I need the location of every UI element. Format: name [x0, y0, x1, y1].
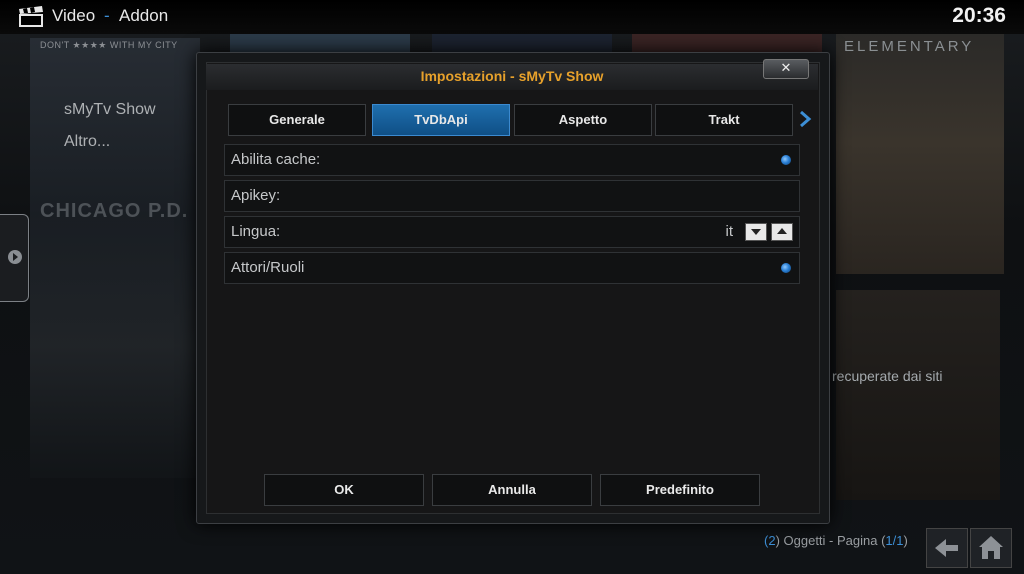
poster-text: DON'T ★★★★ WITH MY CITY: [40, 40, 178, 50]
title-separator: -: [104, 6, 110, 25]
side-menu-tab[interactable]: [0, 214, 29, 302]
list-item[interactable]: Altro...: [64, 132, 156, 164]
poster-text: CHICAGO P.D.: [40, 200, 189, 222]
spin-up-button[interactable]: [771, 223, 793, 241]
chevron-right-icon[interactable]: [797, 109, 813, 129]
page-subtitle: Addon: [119, 6, 169, 25]
paren: ): [903, 533, 908, 548]
setting-abilita-cache[interactable]: Abilita cache:: [224, 144, 800, 176]
setting-label: Abilita cache:: [231, 151, 321, 168]
item-count-text: ) Oggetti - Pagina (: [775, 533, 886, 548]
setting-attori-ruoli[interactable]: Attori/Ruoli: [224, 252, 800, 284]
header-bar: Video - Addon 20:36: [0, 0, 1024, 34]
back-arrow-icon: [935, 539, 958, 557]
spin-down-button[interactable]: [745, 223, 767, 241]
setting-label: Attori/Ruoli: [231, 259, 305, 276]
poster-text: recuperate dai siti: [832, 368, 943, 384]
item-count: (2) Oggetti - Pagina (1/1): [764, 533, 908, 548]
tab-tvdbapi[interactable]: TvDbApi: [372, 104, 510, 136]
page-title: Video: [52, 6, 96, 25]
item-count-number: 2: [768, 533, 776, 548]
setting-apikey[interactable]: Apikey:: [224, 180, 800, 212]
radio-on-icon[interactable]: [781, 263, 791, 273]
page-number: 1/1: [885, 533, 904, 548]
setting-label: Lingua:: [231, 223, 281, 240]
tab-generale[interactable]: Generale: [228, 104, 366, 136]
home-icon: [979, 536, 1003, 559]
arrow-right-icon: [8, 250, 22, 264]
dialog-title: Impostazioni - sMyTv Show: [420, 68, 604, 84]
setting-lingua[interactable]: Lingua: it: [224, 216, 800, 248]
tab-trakt[interactable]: Trakt: [655, 104, 793, 136]
list-item[interactable]: sMyTv Show: [64, 100, 156, 132]
default-button[interactable]: Predefinito: [600, 474, 760, 506]
poster-elementary: [836, 34, 1004, 274]
clock: 20:36: [952, 4, 1006, 27]
poster-text: ELEMENTARY: [844, 38, 975, 55]
tab-aspetto[interactable]: Aspetto: [514, 104, 652, 136]
language-value: it: [725, 223, 734, 240]
addon-list: sMyTv Show Altro...: [64, 100, 156, 164]
radio-on-icon[interactable]: [781, 155, 791, 165]
ok-button[interactable]: OK: [264, 474, 424, 506]
back-button[interactable]: [926, 528, 968, 568]
close-button[interactable]: ✕: [763, 59, 809, 79]
cancel-button[interactable]: Annulla: [432, 474, 592, 506]
setting-label: Apikey:: [231, 187, 281, 204]
poster-thumbnail: [836, 290, 1000, 500]
home-button[interactable]: [970, 528, 1012, 568]
clapperboard-icon: [19, 6, 43, 27]
